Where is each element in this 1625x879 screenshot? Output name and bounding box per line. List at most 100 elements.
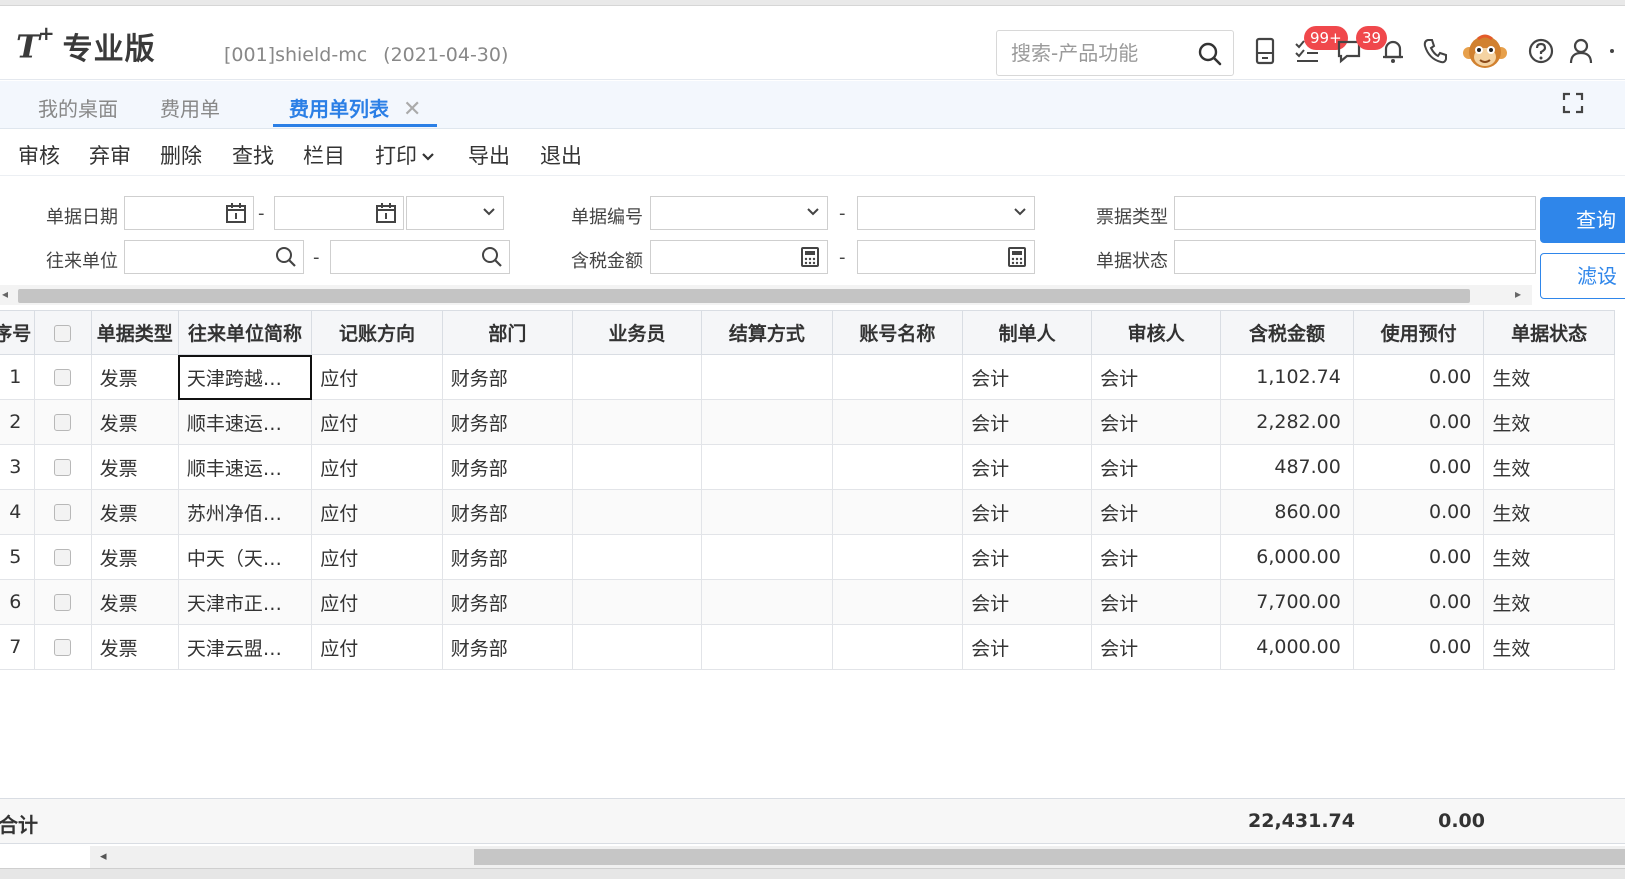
- prepay-cell[interactable]: 0.00: [1352, 444, 1485, 490]
- grid-horizontal-scrollbar[interactable]: ◂: [90, 846, 1625, 868]
- salesman-cell[interactable]: [572, 399, 703, 445]
- col-header-settlement[interactable]: 结算方式: [701, 310, 833, 355]
- status-cell[interactable]: 生效: [1483, 444, 1615, 490]
- col-header-status[interactable]: 单据状态: [1483, 310, 1615, 355]
- salesman-cell[interactable]: [572, 579, 703, 625]
- auditor-cell[interactable]: 会计: [1091, 534, 1222, 580]
- tab-expense-bill[interactable]: 费用单: [160, 93, 220, 127]
- tax-amount-cell[interactable]: 2,282.00: [1220, 399, 1354, 445]
- maker-cell[interactable]: 会计: [962, 489, 1093, 535]
- columns-button[interactable]: 栏目: [303, 140, 345, 170]
- function-search[interactable]: [996, 30, 1234, 76]
- maker-cell[interactable]: 会计: [962, 444, 1093, 490]
- partner-cell[interactable]: 天津跨越…: [177, 354, 313, 400]
- filter-settings-button[interactable]: 滤设: [1540, 253, 1625, 299]
- phone-icon[interactable]: [1420, 36, 1450, 66]
- bill-type-cell[interactable]: 发票: [90, 444, 179, 490]
- direction-cell[interactable]: 应付: [311, 624, 443, 670]
- prepay-cell[interactable]: 0.00: [1352, 624, 1485, 670]
- settlement-cell[interactable]: [701, 579, 833, 625]
- row-checkbox[interactable]: [54, 639, 72, 656]
- row-checkbox[interactable]: [54, 549, 72, 566]
- bill-type-cell[interactable]: 发票: [90, 579, 179, 625]
- partner-cell[interactable]: 天津云盟…: [177, 624, 313, 670]
- ticket-type-field[interactable]: [1174, 196, 1536, 230]
- partner-cell[interactable]: 天津市正…: [177, 579, 313, 625]
- account-name-cell[interactable]: [831, 624, 964, 670]
- row-select-cell[interactable]: [33, 489, 92, 535]
- row-select-cell[interactable]: [33, 399, 92, 445]
- row-select-cell[interactable]: [33, 444, 92, 490]
- scroll-left-arrow-icon[interactable]: ◂: [2, 287, 8, 301]
- department-cell[interactable]: 财务部: [441, 579, 574, 625]
- bill-type-cell[interactable]: 发票: [90, 534, 179, 580]
- row-checkbox[interactable]: [54, 414, 72, 431]
- delete-button[interactable]: 删除: [160, 140, 202, 170]
- bill-date-start-field[interactable]: [124, 196, 254, 230]
- row-checkbox[interactable]: [54, 369, 72, 386]
- auditor-cell[interactable]: 会计: [1091, 489, 1222, 535]
- monkey-avatar-icon[interactable]: [1462, 30, 1508, 76]
- scroll-right-arrow-icon[interactable]: ▸: [1515, 287, 1521, 301]
- auditor-cell[interactable]: 会计: [1091, 399, 1222, 445]
- department-cell[interactable]: 财务部: [441, 624, 574, 670]
- tab-expense-bill-list[interactable]: 费用单列表 ✕: [273, 93, 438, 127]
- col-header-select-all[interactable]: [33, 310, 92, 355]
- table-row[interactable]: 4 发票 苏州净佰… 应付 财务部 会计 会计 860.00 0.00 生效: [0, 489, 1615, 535]
- bill-date-end-field[interactable]: [274, 196, 404, 230]
- notification-bell-icon[interactable]: [1378, 36, 1408, 66]
- settlement-cell[interactable]: [701, 624, 833, 670]
- direction-cell[interactable]: 应付: [311, 489, 443, 535]
- prepay-cell[interactable]: 0.00: [1352, 579, 1485, 625]
- maker-cell[interactable]: 会计: [962, 579, 1093, 625]
- more-icon[interactable]: [1602, 36, 1622, 66]
- help-icon[interactable]: [1526, 36, 1556, 66]
- col-header-salesman[interactable]: 业务员: [572, 310, 703, 355]
- user-icon[interactable]: [1566, 36, 1596, 66]
- prepay-cell[interactable]: 0.00: [1352, 534, 1485, 580]
- table-row[interactable]: 7 发票 天津云盟… 应付 财务部 会计 会计 4,000.00 0.00 生效: [0, 624, 1615, 670]
- filter-horizontal-scrollbar[interactable]: ◂ ▸: [0, 285, 1532, 305]
- col-header-direction[interactable]: 记账方向: [311, 310, 443, 355]
- tax-amount-cell[interactable]: 860.00: [1220, 489, 1354, 535]
- partner-cell[interactable]: 苏州净佰…: [177, 489, 313, 535]
- account-name-cell[interactable]: [831, 399, 964, 445]
- salesman-cell[interactable]: [572, 444, 703, 490]
- maker-cell[interactable]: 会计: [962, 399, 1093, 445]
- scrollbar-thumb[interactable]: [474, 849, 1625, 865]
- col-header-department[interactable]: 部门: [441, 310, 574, 355]
- department-cell[interactable]: 财务部: [441, 399, 574, 445]
- settlement-cell[interactable]: [701, 444, 833, 490]
- prepay-cell[interactable]: 0.00: [1352, 489, 1485, 535]
- auditor-cell[interactable]: 会计: [1091, 579, 1222, 625]
- query-button[interactable]: 查询: [1540, 197, 1625, 243]
- calculator-icon[interactable]: [1250, 36, 1280, 66]
- department-cell[interactable]: 财务部: [441, 534, 574, 580]
- scroll-left-arrow-icon[interactable]: ◂: [100, 849, 107, 864]
- search-icon[interactable]: [481, 246, 503, 272]
- settlement-cell[interactable]: [701, 534, 833, 580]
- calendar-icon[interactable]: [225, 202, 247, 228]
- settlement-cell[interactable]: [701, 399, 833, 445]
- status-cell[interactable]: 生效: [1483, 399, 1615, 445]
- partner-end-field[interactable]: [330, 240, 510, 274]
- table-row[interactable]: 5 发票 中天（天… 应付 财务部 会计 会计 6,000.00 0.00 生效: [0, 534, 1615, 580]
- row-checkbox[interactable]: [54, 459, 72, 476]
- bill-type-cell[interactable]: 发票: [90, 399, 179, 445]
- status-cell[interactable]: 生效: [1483, 579, 1615, 625]
- tab-my-desktop[interactable]: 我的桌面: [38, 93, 118, 127]
- scrollbar-thumb[interactable]: [18, 289, 1470, 303]
- status-cell[interactable]: 生效: [1483, 624, 1615, 670]
- row-select-cell[interactable]: [33, 579, 92, 625]
- account-name-cell[interactable]: [831, 354, 964, 400]
- partner-cell[interactable]: 顺丰速运…: [177, 444, 313, 490]
- row-checkbox[interactable]: [54, 504, 72, 521]
- department-cell[interactable]: 财务部: [441, 444, 574, 490]
- search-icon[interactable]: [1197, 41, 1223, 71]
- row-select-cell[interactable]: [33, 354, 92, 400]
- direction-cell[interactable]: 应付: [311, 444, 443, 490]
- search-icon[interactable]: [275, 246, 297, 272]
- status-cell[interactable]: 生效: [1483, 489, 1615, 535]
- account-name-cell[interactable]: [831, 489, 964, 535]
- col-header-partner[interactable]: 往来单位简称: [177, 310, 313, 355]
